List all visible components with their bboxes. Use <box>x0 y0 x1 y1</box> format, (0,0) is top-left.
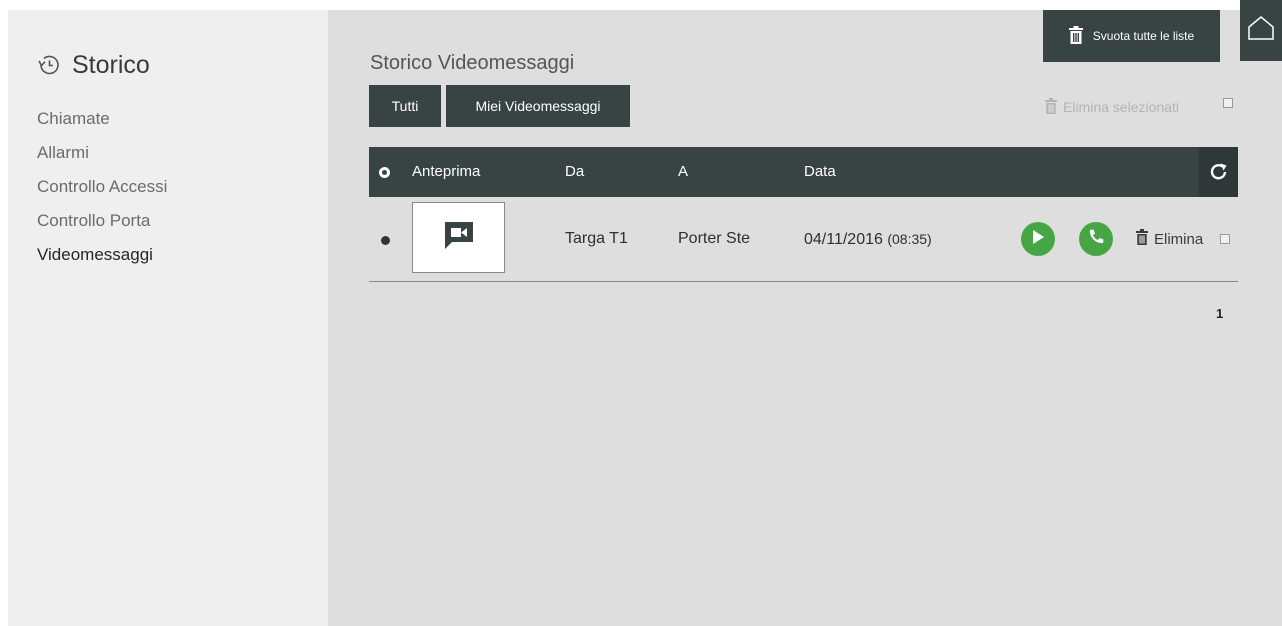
trash-icon <box>1068 25 1083 47</box>
delete-row-button[interactable]: Elimina <box>1136 227 1203 251</box>
refresh-icon[interactable] <box>1199 147 1238 197</box>
table-row: Targa T1 Porter Ste 04/11/2016 (08:35) E… <box>369 197 1238 282</box>
play-icon <box>1031 229 1045 250</box>
select-all-checkbox[interactable] <box>1223 98 1233 108</box>
cell-date-time: (08:35) <box>887 231 932 247</box>
sidebar-item-controllo-porta[interactable]: Controllo Porta <box>37 204 167 238</box>
column-header-from: Da <box>565 163 585 180</box>
history-icon <box>36 52 62 78</box>
filter-all-button[interactable]: Tutti <box>369 85 441 127</box>
cell-date: 04/11/2016 (08:35) <box>804 197 932 282</box>
sidebar-nav: Chiamate Allarmi Controllo Accessi Contr… <box>37 102 167 272</box>
unread-indicator <box>381 236 390 245</box>
phone-icon <box>1087 228 1105 251</box>
column-header-date: Data <box>804 163 836 180</box>
table-header: Anteprima Da A Data <box>369 147 1238 197</box>
sidebar-item-chiamate[interactable]: Chiamate <box>37 102 167 136</box>
home-button[interactable] <box>1240 0 1282 61</box>
delete-row-label: Elimina <box>1154 230 1204 248</box>
video-message-icon <box>443 220 475 255</box>
play-button[interactable] <box>1021 222 1055 256</box>
preview-thumbnail[interactable] <box>412 202 505 273</box>
filter-mine-button[interactable]: Miei Videomessaggi <box>446 85 630 127</box>
sidebar-title: Storico <box>72 50 150 79</box>
row-checkbox[interactable] <box>1220 234 1230 244</box>
call-button[interactable] <box>1079 222 1113 256</box>
clear-all-lists-button[interactable]: Svuota tutte le liste <box>1043 10 1220 62</box>
sidebar-item-controllo-accessi[interactable]: Controllo Accessi <box>37 170 167 204</box>
delete-selected-label: Elimina selezionati <box>1063 99 1179 115</box>
cell-to: Porter Ste <box>678 230 751 247</box>
home-icon <box>1247 15 1275 46</box>
cell-date-day: 04/11/2016 <box>804 231 883 248</box>
select-column-radio-icon <box>379 167 390 178</box>
sidebar-item-allarmi[interactable]: Allarmi <box>37 136 167 170</box>
sidebar-header: Storico <box>36 50 150 80</box>
main-panel: Storico Videomessaggi Tutti Miei Videome… <box>328 0 1282 626</box>
trash-icon <box>1045 97 1057 117</box>
sidebar-item-videomessaggi[interactable]: Videomessaggi <box>37 238 167 272</box>
cell-from: Targa T1 <box>565 230 628 247</box>
column-header-to: A <box>678 163 689 180</box>
clear-all-label: Svuota tutte le liste <box>1092 29 1195 43</box>
column-header-preview: Anteprima <box>412 163 481 180</box>
trash-icon <box>1136 229 1148 249</box>
delete-selected-button[interactable]: Elimina selezionati <box>1045 96 1179 118</box>
page-title: Storico Videomessaggi <box>370 52 575 74</box>
sidebar: Storico Chiamate Allarmi Controllo Acces… <box>8 10 328 626</box>
pagination-page[interactable]: 1 <box>1216 306 1223 321</box>
